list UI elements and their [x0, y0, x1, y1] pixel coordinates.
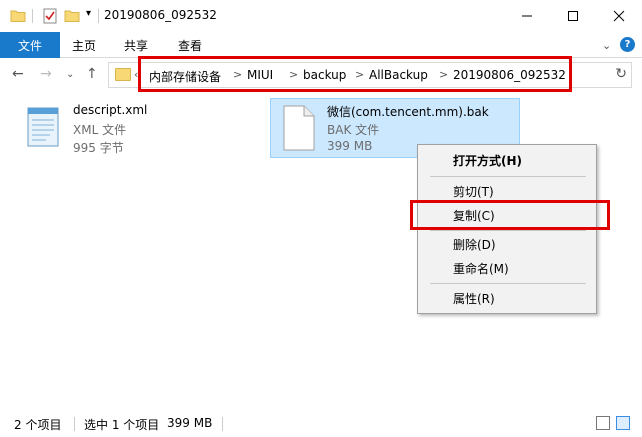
- title-bar: ▾ 20190806_092532: [0, 0, 642, 32]
- up-icon[interactable]: ↑: [86, 66, 98, 82]
- details-view-icon[interactable]: [596, 416, 610, 430]
- breadcrumb-internal-storage[interactable]: 内部存储设备: [149, 68, 221, 85]
- refresh-icon[interactable]: ↻: [615, 66, 627, 82]
- file-icon-bak[interactable]: [278, 104, 318, 155]
- status-separator: [74, 417, 75, 431]
- menu-separator: [430, 230, 586, 231]
- quick-access-dropdown-icon[interactable]: ▾: [86, 8, 91, 19]
- menu-separator: [430, 176, 586, 177]
- minimize-button[interactable]: [504, 0, 550, 32]
- menu-item-rename[interactable]: 重命名(M): [419, 257, 595, 279]
- selected-count: 选中 1 个项目: [84, 418, 160, 432]
- maximize-button[interactable]: [550, 0, 596, 32]
- title-separator: [32, 9, 33, 23]
- context-menu: 打开方式(H) 剪切(T) 复制(C) 删除(D) 重命名(M) 属性(R): [417, 144, 597, 314]
- status-bar: 2 个项目 选中 1 个项目 399 MB: [0, 410, 642, 437]
- menu-item-open-with[interactable]: 打开方式(H): [419, 149, 595, 171]
- breadcrumb-backup[interactable]: backup: [303, 68, 346, 82]
- close-button[interactable]: [596, 0, 642, 32]
- window-title: 20190806_092532: [104, 8, 217, 22]
- tab-view[interactable]: 查看: [178, 32, 202, 58]
- breadcrumb-separator[interactable]: >: [289, 68, 298, 81]
- tab-share[interactable]: 共享: [124, 32, 148, 58]
- chevron-left-icon[interactable]: ‹: [134, 68, 138, 81]
- back-icon[interactable]: ←: [12, 66, 24, 82]
- menu-item-properties[interactable]: 属性(R): [419, 287, 595, 309]
- breadcrumb-separator[interactable]: >: [355, 68, 364, 81]
- file-name[interactable]: 微信(com.tencent.mm).bak: [327, 103, 489, 120]
- expand-ribbon-icon[interactable]: ⌄: [602, 39, 611, 52]
- large-icons-view-icon[interactable]: [616, 416, 630, 430]
- menu-item-copy[interactable]: 复制(C): [419, 204, 595, 226]
- new-folder-icon[interactable]: [64, 8, 80, 24]
- file-type: XML 文件: [73, 123, 127, 137]
- address-bar[interactable]: ‹ 内部存储设备 > MIUI > backup > AllBackup > 2…: [108, 62, 632, 88]
- folder-icon: [10, 8, 26, 24]
- breadcrumb-separator[interactable]: >: [233, 68, 242, 81]
- selected-size: 399 MB: [167, 416, 213, 430]
- folder-icon: [115, 68, 131, 81]
- file-size: 995 字节: [73, 141, 124, 155]
- title-separator: [98, 9, 99, 23]
- tab-file[interactable]: 文件: [0, 32, 60, 58]
- status-separator: [222, 417, 223, 431]
- tab-home[interactable]: 主页: [72, 32, 96, 58]
- forward-icon[interactable]: →: [40, 66, 52, 82]
- menu-separator: [430, 283, 586, 284]
- breadcrumb-separator[interactable]: >: [439, 68, 448, 81]
- ribbon-tabs: 文件 主页 共享 查看 ⌄ ?: [0, 32, 642, 58]
- menu-item-delete[interactable]: 删除(D): [419, 233, 595, 255]
- menu-item-cut[interactable]: 剪切(T): [419, 180, 595, 202]
- help-icon[interactable]: ?: [620, 37, 635, 52]
- file-size: 399 MB: [327, 139, 373, 153]
- file-icon-xml[interactable]: [22, 104, 64, 153]
- item-count: 2 个项目: [14, 418, 62, 432]
- breadcrumb-miui[interactable]: MIUI: [247, 68, 273, 82]
- breadcrumb-current-folder[interactable]: 20190806_092532: [453, 68, 566, 82]
- recent-locations-icon[interactable]: ⌄: [66, 69, 74, 80]
- file-type: BAK 文件: [327, 123, 380, 137]
- properties-icon[interactable]: [42, 8, 58, 24]
- file-name[interactable]: descript.xml: [73, 103, 147, 117]
- breadcrumb-allbackup[interactable]: AllBackup: [369, 68, 428, 82]
